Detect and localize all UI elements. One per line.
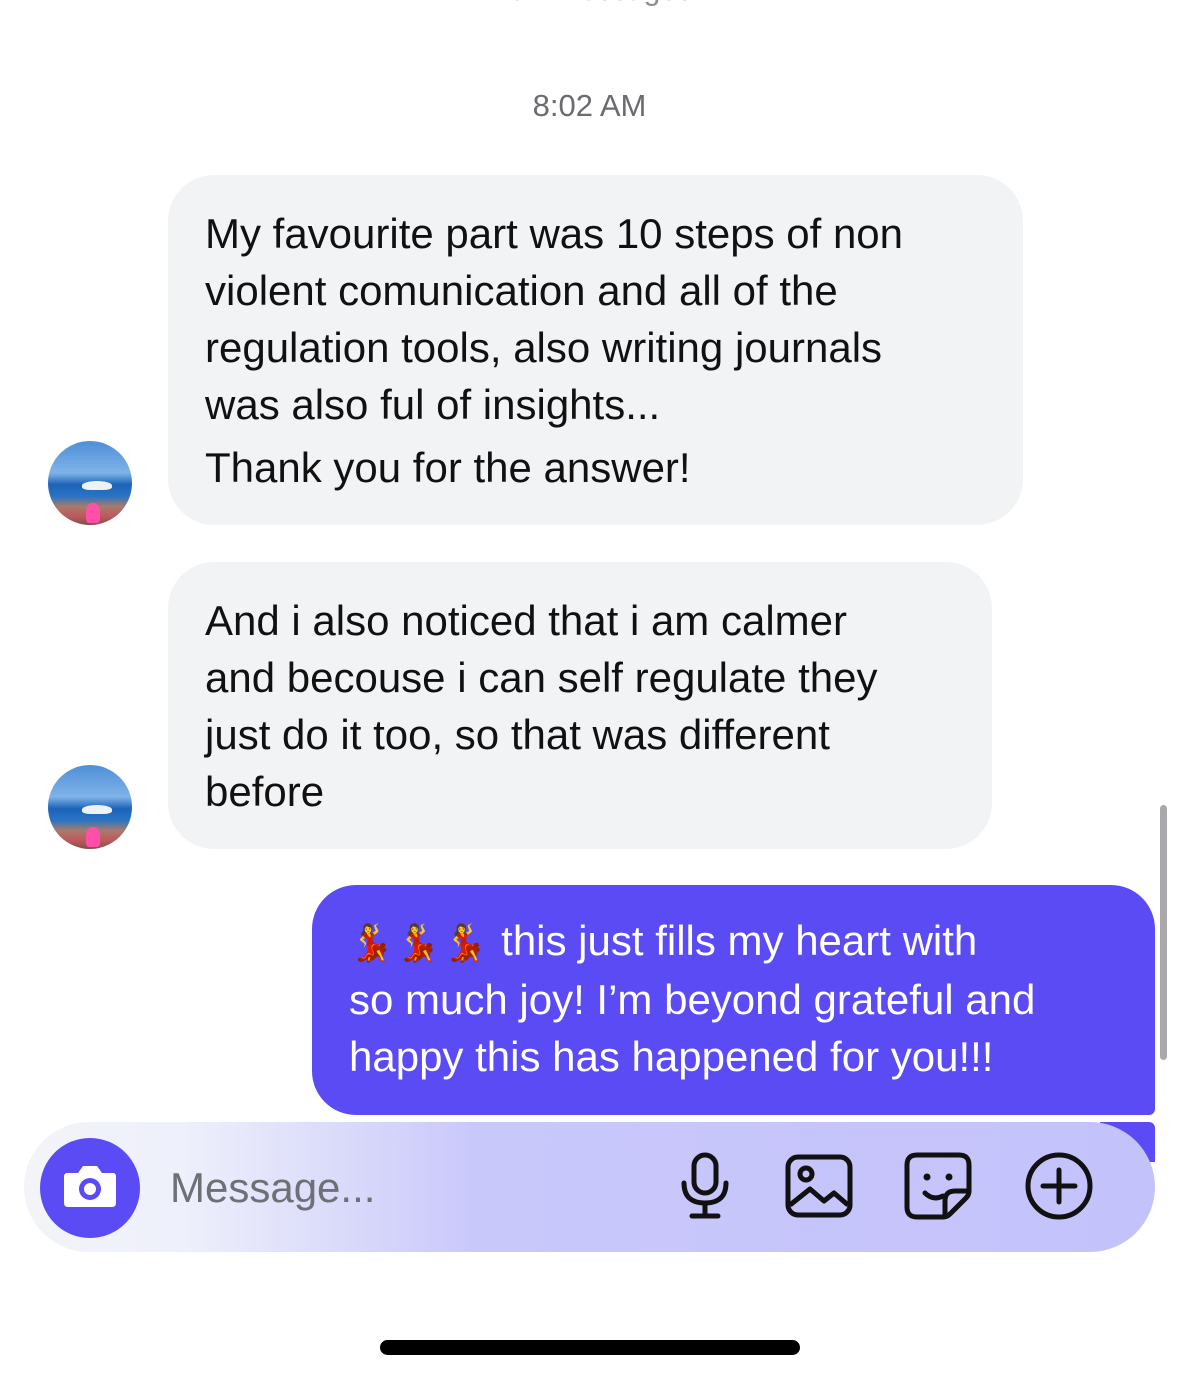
image-icon — [784, 1153, 854, 1224]
incoming-message-bubble[interactable]: And i also noticed that i am calmer and … — [168, 562, 992, 849]
avatar[interactable] — [48, 765, 132, 849]
outgoing-message-bubble[interactable]: 💃💃💃 this just fills my heart with so muc… — [312, 885, 1155, 1115]
message-line: this just fills my heart with — [501, 917, 978, 964]
message-line: so much joy! I’m beyond grateful and — [349, 976, 1036, 1023]
home-indicator[interactable] — [380, 1340, 800, 1355]
message-line: was also ful of insights... — [205, 381, 661, 428]
message-timestamp: 8:02 AM — [532, 88, 647, 123]
voice-message-button[interactable] — [667, 1150, 743, 1226]
avatar-person-shape — [86, 503, 100, 523]
message-line: happy this has happened for you!!! — [349, 1033, 994, 1080]
avatar-rock-shape — [82, 481, 112, 490]
message-line: violent comunication and all of the — [205, 267, 838, 314]
scroll-indicator[interactable] — [1160, 805, 1167, 1060]
message-line: just do it too, so that was different — [205, 711, 830, 758]
message-line: before — [205, 768, 325, 815]
avatar-person-shape — [86, 827, 100, 847]
sticker-icon — [903, 1151, 973, 1226]
sticker-button[interactable] — [900, 1150, 976, 1226]
new-messages-divider: New Messages — [0, 0, 1179, 8]
avatar-rock-shape — [82, 805, 112, 814]
message-line: and becouse i can self regulate they — [205, 654, 878, 701]
microphone-icon — [675, 1151, 735, 1226]
message-line: regulation tools, also writing journals — [205, 324, 883, 371]
incoming-message-bubble[interactable]: My favourite part was 10 steps of non vi… — [168, 175, 1023, 525]
message-input[interactable] — [170, 1160, 650, 1216]
avatar[interactable] — [48, 441, 132, 525]
message-line: Thank you for the answer! — [205, 444, 691, 491]
more-options-button[interactable] — [1021, 1150, 1097, 1226]
dancer-emoji: 💃💃💃 — [349, 922, 490, 963]
camera-icon — [61, 1161, 119, 1216]
message-line: My favourite part was 10 steps of non — [205, 210, 904, 257]
camera-button[interactable] — [40, 1138, 140, 1238]
gallery-button[interactable] — [781, 1150, 857, 1226]
chat-screen: New Messages 8:02 AM My favourite part w… — [0, 0, 1179, 1379]
message-line: And i also noticed that i am calmer — [205, 597, 847, 644]
plus-circle-icon — [1023, 1150, 1095, 1227]
